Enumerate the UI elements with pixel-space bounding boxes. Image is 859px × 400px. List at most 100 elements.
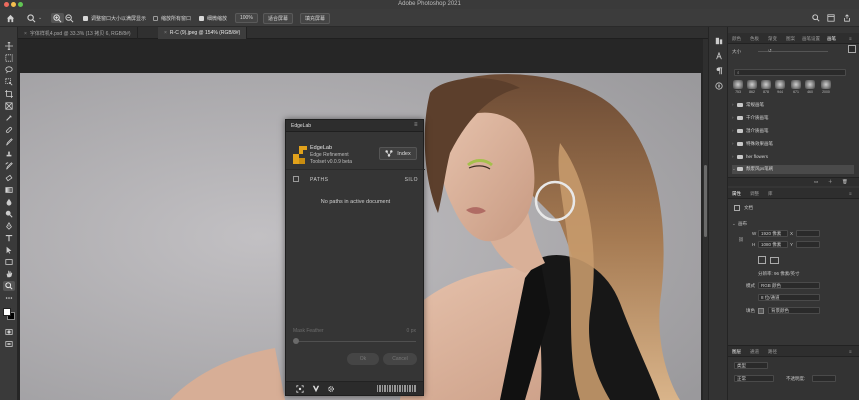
new-brush-button[interactable]: [848, 45, 856, 53]
brush-folder[interactable]: › 常规画笔: [732, 100, 854, 109]
brush-folder[interactable]: › 特殊效果画笔: [732, 139, 854, 148]
brush-preset[interactable]: 671: [790, 80, 802, 96]
more-tools[interactable]: [3, 293, 15, 303]
frame-select-icon[interactable]: [296, 385, 304, 393]
history-brush-tool[interactable]: [3, 161, 15, 171]
resize-windows-checkbox[interactable]: 调整窗口大小以满屏显示: [83, 13, 146, 23]
mode-select[interactable]: RGB 颜色: [758, 282, 820, 289]
quick-mask-button[interactable]: [3, 327, 15, 337]
panel-menu-icon[interactable]: ≡: [849, 191, 852, 196]
panel-menu-icon[interactable]: ≡: [849, 36, 852, 41]
dodge-tool[interactable]: [3, 209, 15, 219]
rectangle-tool[interactable]: [3, 257, 15, 267]
frame-tool[interactable]: [3, 101, 15, 111]
reset-icon[interactable]: ↺: [768, 48, 772, 54]
eraser-tool[interactable]: [3, 173, 15, 183]
brush-search-input[interactable]: ⌕: [734, 69, 846, 76]
type-tool[interactable]: [3, 233, 15, 243]
paragraph-panel-icon[interactable]: [714, 67, 723, 75]
new-group-icon[interactable]: ▭: [814, 179, 818, 185]
tab-brushes[interactable]: 画笔: [827, 36, 836, 42]
brush-folder[interactable]: › her flowers: [732, 152, 854, 161]
brush-folder[interactable]: › 干介质画笔: [732, 113, 854, 122]
close-icon[interactable]: ×: [24, 31, 27, 37]
eyedropper-tool[interactable]: [3, 113, 15, 123]
brush-preset[interactable]: 460: [804, 80, 816, 96]
landscape-orientation-button[interactable]: [770, 257, 779, 264]
hand-tool[interactable]: [3, 269, 15, 279]
select-all-paths-checkbox[interactable]: [293, 176, 299, 182]
brush-preset[interactable]: 944: [774, 80, 786, 96]
portrait-orientation-button[interactable]: [758, 256, 766, 264]
opacity-field[interactable]: [812, 375, 836, 382]
brush-folder[interactable]: ⌄ 颓废风ps笔刷: [732, 165, 854, 174]
brush-preset[interactable]: 862: [746, 80, 758, 96]
home-button[interactable]: [6, 13, 15, 23]
brush-tool[interactable]: [3, 137, 15, 147]
workspace-button[interactable]: [827, 13, 835, 23]
path-selection-tool[interactable]: [3, 245, 15, 255]
clone-stamp-tool[interactable]: [3, 149, 15, 159]
foreground-color-swatch[interactable]: [3, 308, 11, 316]
tab-layers[interactable]: 图层: [732, 349, 741, 355]
bit-depth-select[interactable]: 8 位/通道: [758, 294, 820, 301]
x-field[interactable]: [796, 230, 820, 237]
blend-mode-select[interactable]: 正常: [734, 375, 774, 382]
scrubby-zoom-checkbox[interactable]: 细微缩放: [199, 13, 227, 23]
tab-properties[interactable]: 属性: [732, 191, 741, 197]
ok-button[interactable]: Ok: [347, 353, 379, 365]
brush-preset[interactable]: 2000: [820, 80, 832, 96]
fit-screen-button[interactable]: 适合屏幕: [263, 12, 294, 24]
tab-patterns[interactable]: 图案: [786, 36, 795, 42]
tab-gradients[interactable]: 渐变: [768, 36, 777, 42]
trash-icon[interactable]: 🗑: [842, 179, 848, 185]
tab-brush-settings[interactable]: 画笔设置: [802, 36, 820, 42]
character-panel-icon[interactable]: [714, 52, 723, 60]
blur-tool[interactable]: [3, 197, 15, 207]
zoom-in-button[interactable]: [51, 13, 64, 23]
tab-libraries[interactable]: 库: [768, 191, 773, 197]
mask-feather-slider[interactable]: [296, 341, 416, 342]
object-selection-tool[interactable]: [3, 77, 15, 87]
zoom-out-button[interactable]: [65, 13, 74, 23]
zoom-tool[interactable]: [3, 281, 15, 291]
tab-adjustments[interactable]: 调整: [750, 191, 759, 197]
edgelab-panel-header[interactable]: EdgeLab ≡: [286, 120, 423, 132]
fill-select[interactable]: 背景颜色: [768, 307, 820, 314]
move-tool[interactable]: [3, 41, 15, 51]
history-panel-icon[interactable]: [714, 37, 723, 45]
tab-paths[interactable]: 路径: [768, 349, 777, 355]
tab-swatches[interactable]: 色板: [750, 36, 759, 42]
navigator-panel-icon[interactable]: [714, 82, 723, 90]
tab-color[interactable]: 颜色: [732, 36, 741, 42]
width-field[interactable]: 1920 像素: [758, 230, 788, 237]
index-button[interactable]: Index: [379, 147, 417, 160]
close-icon[interactable]: ×: [164, 30, 167, 36]
settings-gear-icon[interactable]: [327, 385, 335, 393]
lasso-tool[interactable]: [3, 65, 15, 75]
brush-preset[interactable]: 878: [760, 80, 772, 96]
zoom-tool-preset[interactable]: ⌄: [27, 13, 42, 23]
cancel-button[interactable]: Cancel: [383, 353, 417, 365]
mask-feather-slider-handle[interactable]: [293, 338, 299, 344]
panel-menu-icon[interactable]: ≡: [849, 349, 852, 354]
scrollbar-thumb[interactable]: [704, 165, 707, 237]
screen-mode-button[interactable]: [3, 339, 15, 349]
pen-tool[interactable]: [3, 221, 15, 231]
brush-folder[interactable]: › 湿介质画笔: [732, 126, 854, 135]
fill-color-swatch[interactable]: [758, 308, 764, 314]
share-button[interactable]: [843, 13, 851, 23]
healing-brush-tool[interactable]: [3, 125, 15, 135]
edgelab-mark-icon[interactable]: [312, 385, 320, 393]
panel-menu-icon[interactable]: ≡: [414, 122, 420, 128]
y-field[interactable]: [796, 241, 820, 248]
tab-document-2[interactable]: × R-C (9).jpeg @ 154% (RGB/8#): [158, 27, 248, 39]
search-button[interactable]: [812, 13, 820, 23]
brush-preset[interactable]: 753: [732, 80, 744, 96]
layer-filter-select[interactable]: 类型: [734, 362, 768, 369]
zoom-all-windows-checkbox[interactable]: 缩放所有窗口: [153, 13, 191, 23]
height-field[interactable]: 1080 像素: [758, 241, 788, 248]
new-brush-icon[interactable]: ＋: [828, 179, 833, 185]
crop-tool[interactable]: [3, 89, 15, 99]
tab-document-1[interactable]: × 字体样机4.psd @ 33.3% (13 拷贝 6, RGB/8#): [18, 27, 138, 39]
